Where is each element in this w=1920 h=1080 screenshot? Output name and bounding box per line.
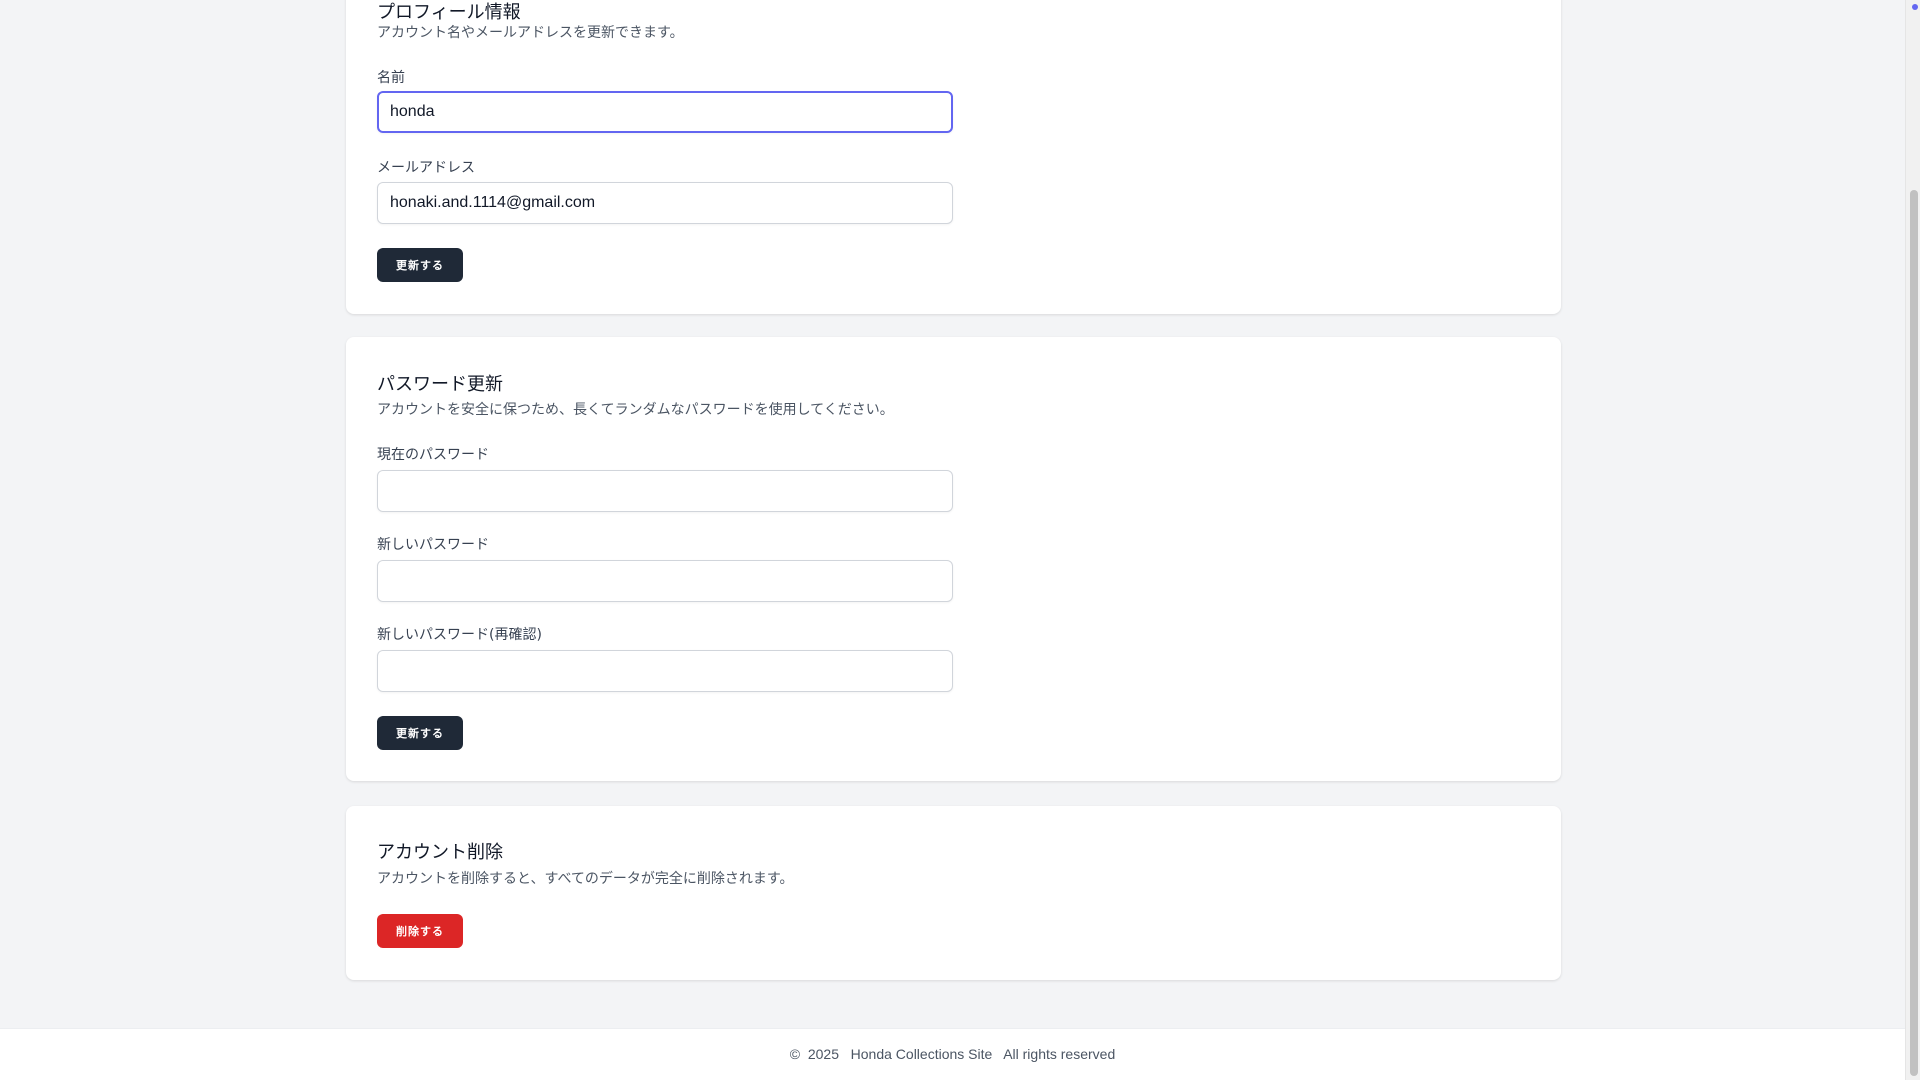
vertical-scrollbar[interactable] — [1905, 0, 1920, 1080]
profile-card: プロフィール情報 アカウント名やメールアドレスを更新できます。 名前 メールアド… — [346, 0, 1561, 314]
scroll-indicator-dot — [1912, 4, 1918, 10]
viewport: プロフィール情報 アカウント名やメールアドレスを更新できます。 名前 メールアド… — [0, 0, 1920, 1080]
scrollbar-thumb[interactable] — [1910, 190, 1918, 1076]
delete-account-card: アカウント削除 アカウントを削除すると、すべてのデータが完全に削除されます。 削… — [346, 806, 1561, 980]
current-password-input[interactable] — [377, 470, 953, 512]
new-password-label: 新しいパスワード — [377, 537, 489, 553]
name-input[interactable] — [377, 91, 953, 133]
password-update-button[interactable]: 更新する — [377, 716, 463, 750]
email-label: メールアドレス — [377, 160, 475, 176]
password-title: パスワード更新 — [377, 374, 503, 395]
email-input[interactable] — [377, 182, 953, 224]
confirm-password-input[interactable] — [377, 650, 953, 692]
new-password-input[interactable] — [377, 560, 953, 602]
profile-update-button[interactable]: 更新する — [377, 248, 463, 282]
current-password-label: 現在のパスワード — [377, 447, 489, 463]
profile-description: アカウント名やメールアドレスを更新できます。 — [377, 25, 684, 41]
password-description: アカウントを安全に保つため、長くてランダムなパスワードを使用してください。 — [377, 402, 894, 418]
delete-account-description: アカウントを削除すると、すべてのデータが完全に削除されます。 — [377, 871, 794, 887]
delete-account-title: アカウント削除 — [377, 842, 503, 863]
footer: © 2025 Honda Collections Site All rights… — [0, 1028, 1905, 1080]
password-card: パスワード更新 アカウントを安全に保つため、長くてランダムなパスワードを使用して… — [346, 337, 1561, 781]
name-label: 名前 — [377, 70, 405, 86]
delete-account-button[interactable]: 削除する — [377, 914, 463, 948]
footer-copyright: © 2025 Honda Collections Site All rights… — [789, 1046, 1116, 1062]
profile-title: プロフィール情報 — [377, 2, 521, 23]
confirm-password-label: 新しいパスワード(再確認) — [377, 627, 542, 643]
